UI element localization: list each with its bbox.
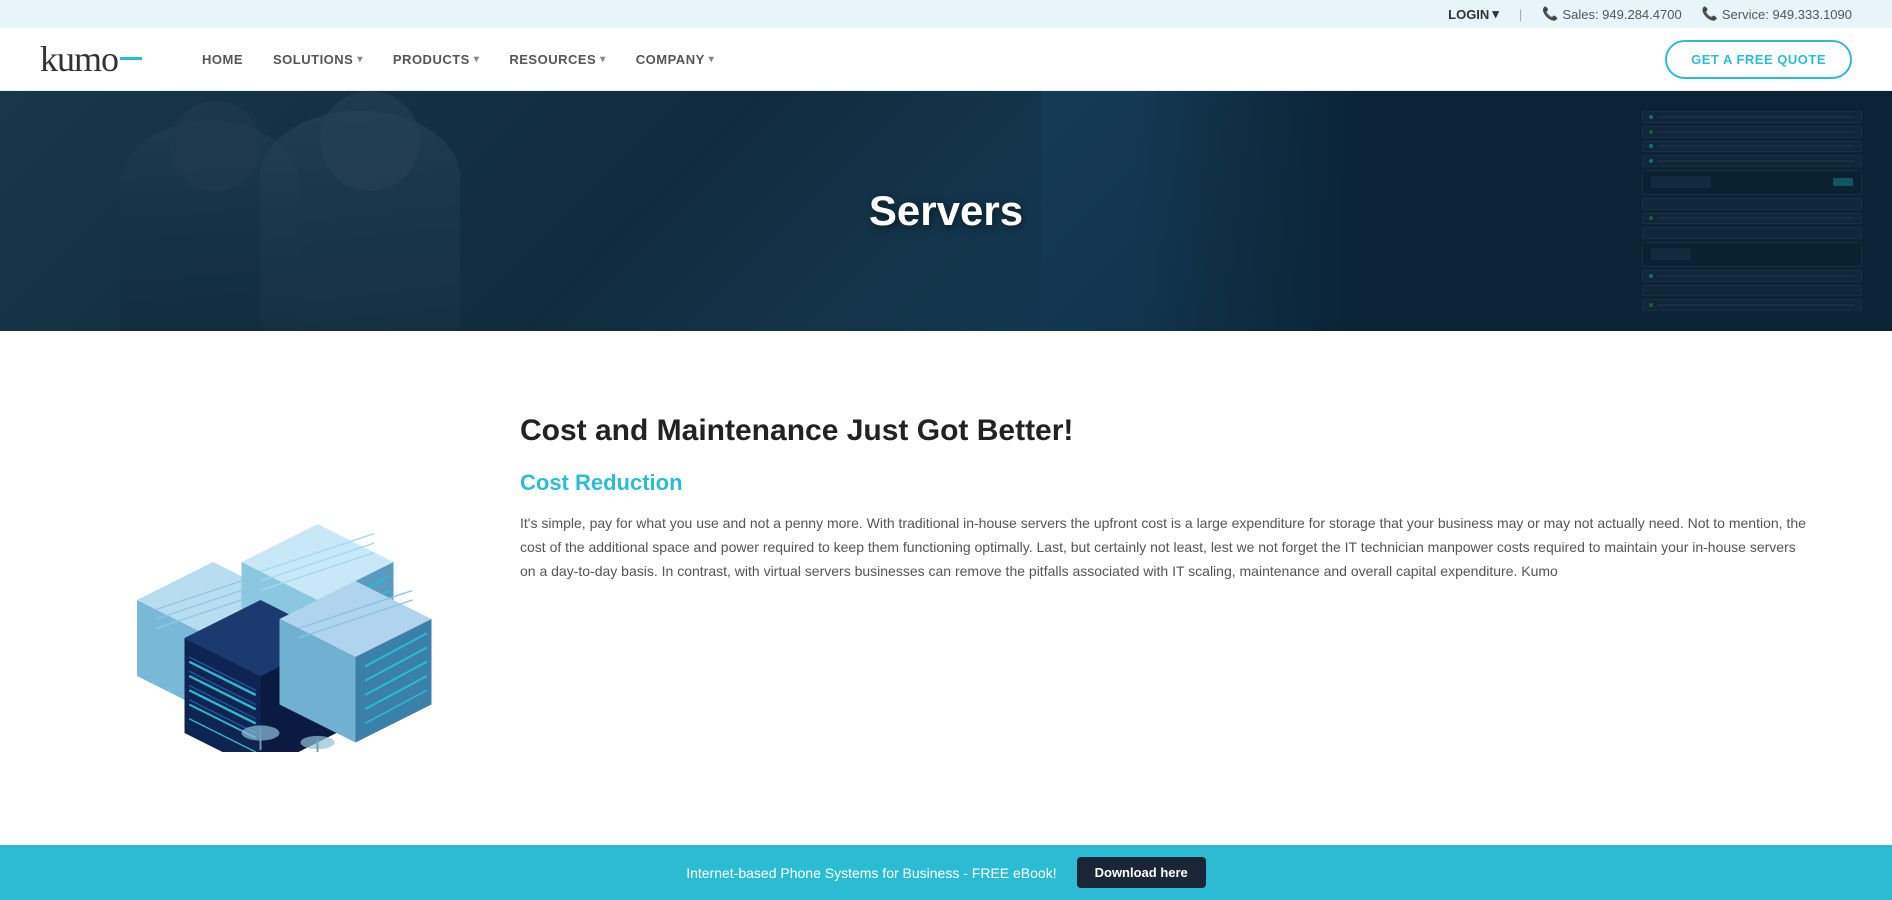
resources-dropdown-arrow: ▾ [600,54,606,65]
nav-item-solutions[interactable]: SOLUTIONS ▾ [273,52,363,67]
login-button[interactable]: LOGIN ▾ [1448,6,1499,22]
login-label: LOGIN [1448,7,1489,22]
get-free-quote-button[interactable]: GET A FREE QUOTE [1665,40,1852,79]
sales-label: Sales: 949.284.4700 [1562,7,1681,22]
header: kumo HOME SOLUTIONS ▾ PRODUCTS ▾ RESOURC… [0,28,1892,91]
nav-item-company[interactable]: COMPANY ▾ [636,52,715,67]
content-section: Cost and Maintenance Just Got Better! Co… [0,331,1892,817]
bottom-banner: Internet-based Phone Systems for Busines… [0,845,1892,900]
login-arrow: ▾ [1492,6,1499,22]
content-subheading: Cost Reduction [520,470,1812,496]
logo-text: kumo [40,38,142,80]
service-phone: 📞 Service: 949.333.1090 [1702,6,1852,22]
solutions-dropdown-arrow: ▾ [357,54,363,65]
logo-bar [120,57,142,60]
download-button[interactable]: Download here [1077,857,1206,888]
divider: | [1519,7,1522,22]
hero-title: Servers [869,187,1023,235]
server-cluster-svg [80,391,460,752]
hero-banner: Servers [0,91,1892,331]
nav-item-home[interactable]: HOME [202,52,243,67]
bottom-banner-text: Internet-based Phone Systems for Busines… [686,865,1056,881]
nav-item-products[interactable]: PRODUCTS ▾ [393,52,479,67]
logo[interactable]: kumo [40,38,142,80]
nav-item-resources[interactable]: RESOURCES ▾ [509,52,605,67]
server-illustration [80,391,460,757]
products-dropdown-arrow: ▾ [474,54,480,65]
sales-phone: 📞 Sales: 949.284.4700 [1542,6,1681,22]
content-heading: Cost and Maintenance Just Got Better! [520,411,1812,450]
service-label: Service: 949.333.1090 [1722,7,1852,22]
phone-icon-sales: 📞 [1542,6,1558,22]
main-nav: HOME SOLUTIONS ▾ PRODUCTS ▾ RESOURCES ▾ … [202,52,1665,67]
company-dropdown-arrow: ▾ [709,54,715,65]
top-bar: LOGIN ▾ | 📞 Sales: 949.284.4700 📞 Servic… [0,0,1892,28]
content-body: It's simple, pay for what you use and no… [520,512,1812,583]
content-text: Cost and Maintenance Just Got Better! Co… [520,391,1812,583]
phone-icon-service: 📞 [1702,6,1718,22]
